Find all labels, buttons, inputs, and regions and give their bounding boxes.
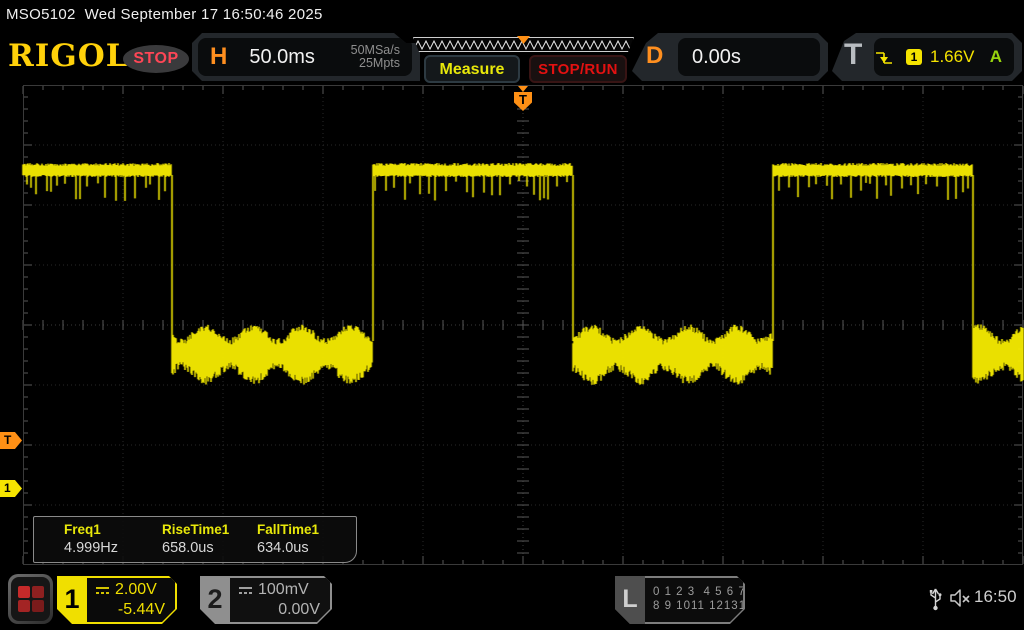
horizontal-label: H	[210, 43, 227, 71]
measurement-panel[interactable]: Freq1 4.999Hz RiseTime1 658.0us FallTime…	[33, 516, 357, 563]
memory-depth: 25Mpts	[359, 56, 400, 70]
trigger-level-value: 1.66V	[930, 47, 974, 67]
timebase-value: 50.0ms	[249, 46, 315, 69]
rigol-logo: RIGOL	[8, 38, 129, 74]
dc-coupling-icon	[95, 585, 110, 595]
channel1-badge[interactable]: 1 2.00V -5.44V	[57, 576, 177, 624]
falling-edge-icon	[874, 48, 894, 66]
logic-row1: 0 1 2 3 4 5 6 7	[653, 586, 746, 598]
delay-label: D	[646, 42, 663, 70]
trigger-panel-inner: 1 1.66V A	[874, 38, 1014, 76]
channel1-offset: -5.44V	[118, 601, 165, 619]
delay-value: 0.00s	[678, 38, 820, 76]
channel2-scale: 100mV	[258, 581, 309, 599]
measurement-freq1: Freq1 4.999Hz	[64, 522, 159, 556]
channel2-badge[interactable]: 2 100mV 0.00V	[200, 576, 332, 624]
measurement-falltime1: FallTime1 634.0us	[257, 522, 352, 556]
measurement-risetime1: RiseTime1 658.0us	[162, 522, 257, 556]
logic-channels-badge[interactable]: L 0 1 2 3 4 5 6 78 9 1011 12131415	[615, 576, 745, 624]
waveform-display-area[interactable]	[0, 85, 1024, 565]
measure-button[interactable]: Measure	[424, 55, 520, 83]
status-bar-title: MSO5102 Wed September 17 16:50:46 2025	[0, 0, 1024, 30]
usb-icon	[928, 585, 943, 612]
oscilloscope-screen: MSO5102 Wed September 17 16:50:46 2025 R…	[0, 0, 1024, 630]
trigger-source-badge: 1	[906, 49, 922, 65]
channel1-number: 1	[57, 576, 87, 624]
trigger-label: T	[844, 38, 862, 72]
trigger-mode: A	[990, 47, 1002, 67]
sample-rate: 50MSa/s	[351, 43, 400, 57]
logic-label: L	[615, 576, 645, 624]
delay-panel[interactable]: D 0.00s	[632, 33, 828, 81]
clock: 16:50	[974, 587, 1017, 607]
channel2-number: 2	[200, 576, 230, 624]
channel1-scale: 2.00V	[115, 581, 157, 599]
dc-coupling-icon	[238, 585, 253, 595]
logic-row2: 8 9 1011 12131415	[653, 600, 768, 612]
channel2-offset: 0.00V	[278, 601, 320, 619]
horizontal-panel[interactable]: H 50.0ms 50MSa/s 25Mpts	[192, 33, 420, 81]
run-state-badge[interactable]: STOP	[123, 45, 189, 73]
speaker-muted-icon[interactable]	[948, 587, 972, 609]
trigger-panel[interactable]: T 1 1.66V A	[832, 33, 1022, 81]
menu-grid-icon	[11, 577, 50, 621]
horizontal-panel-inner: H 50.0ms 50MSa/s 25Mpts	[198, 38, 412, 76]
menu-button[interactable]	[8, 574, 53, 624]
stop-run-button[interactable]: STOP/RUN	[529, 55, 627, 83]
